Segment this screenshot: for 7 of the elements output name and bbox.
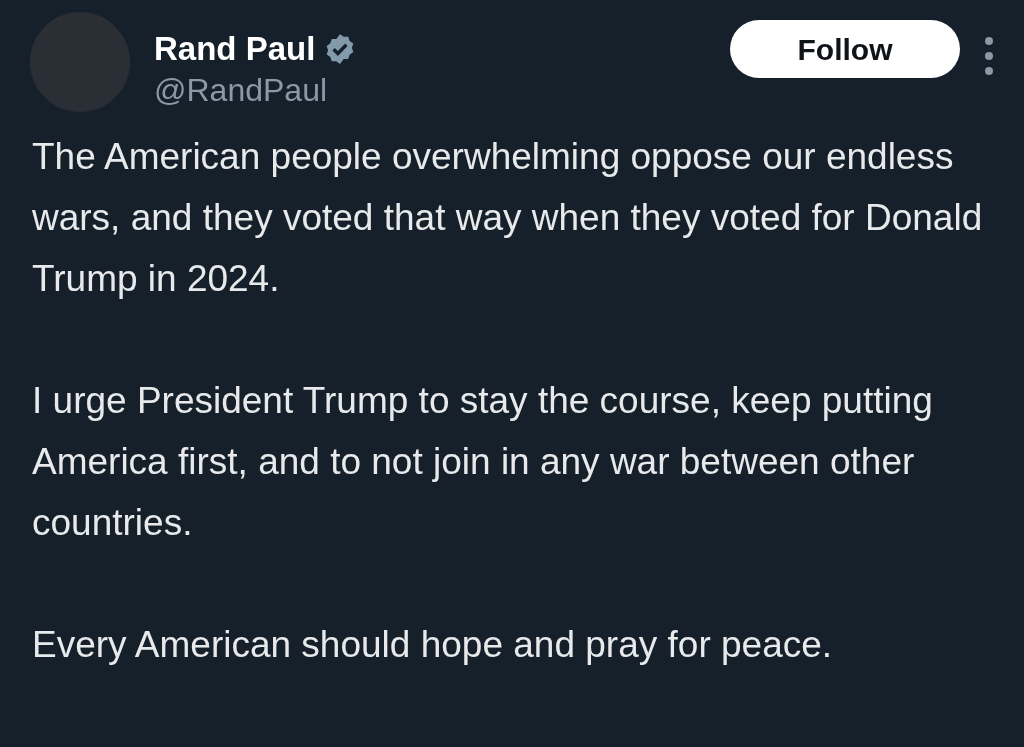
author-name[interactable]: Rand Paul bbox=[154, 28, 316, 70]
tweet-paragraph: The American people overwhelming oppose our endless wars, and they voted that way when they voted for Donald Trump in 2024. bbox=[32, 135, 984, 301]
tweet-paragraph: Every American should hope and pray for peace. bbox=[32, 623, 834, 667]
follow-button[interactable]: Follow bbox=[730, 20, 960, 78]
tweet-paragraph: I urge President Trump to stay the course, keep putting America first, and to not join in any war between other countries. bbox=[32, 379, 934, 545]
author-handle[interactable]: @RandPaul bbox=[154, 70, 730, 110]
more-icon[interactable] bbox=[984, 36, 994, 76]
